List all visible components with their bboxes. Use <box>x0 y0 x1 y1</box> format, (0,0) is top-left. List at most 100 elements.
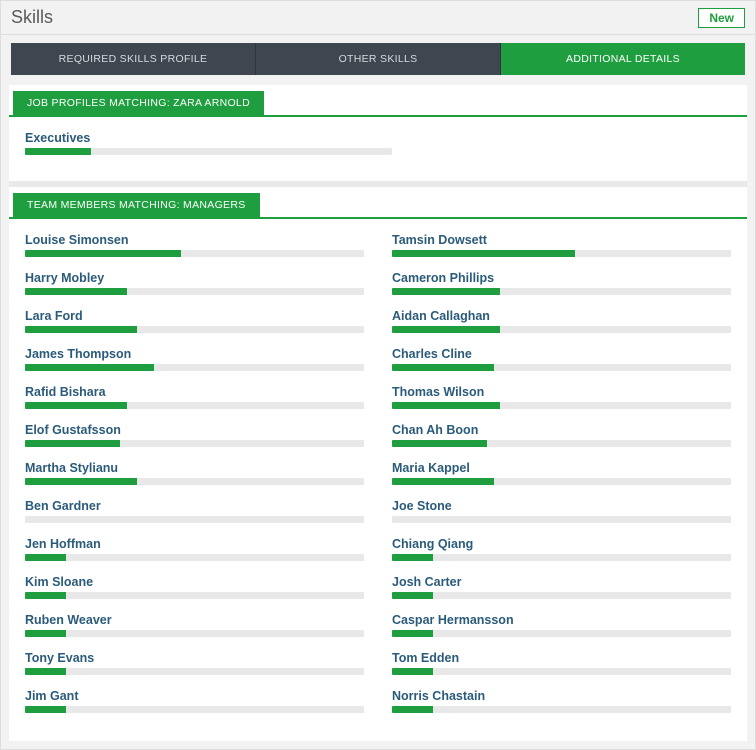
section-title-team-members: TEAM MEMBERS MATCHING: MANAGERS <box>13 193 260 217</box>
person-link[interactable]: Maria Kappel <box>392 461 470 475</box>
person-link[interactable]: Lara Ford <box>25 309 83 323</box>
person-link[interactable]: Jen Hoffman <box>25 537 101 551</box>
person-link[interactable]: Chiang Qiang <box>392 537 473 551</box>
list-item: Jen Hoffman <box>25 535 364 561</box>
progress-bar <box>392 554 731 561</box>
list-item: Tony Evans <box>25 649 364 675</box>
list-item: Tom Edden <box>392 649 731 675</box>
person-link[interactable]: Josh Carter <box>392 575 461 589</box>
progress-bar <box>25 630 364 637</box>
list-item: Joe Stone <box>392 497 731 523</box>
progress-fill <box>392 706 433 713</box>
progress-bar <box>392 706 731 713</box>
person-link[interactable]: Chan Ah Boon <box>392 423 478 437</box>
progress-bar <box>392 440 731 447</box>
person-link[interactable]: Charles Cline <box>392 347 472 361</box>
person-link[interactable]: Cameron Phillips <box>392 271 494 285</box>
team-members-body: Louise Simonsen Harry Mobley Lara Ford Jame… <box>9 229 747 733</box>
progress-bar <box>392 326 731 333</box>
progress-fill <box>25 630 66 637</box>
progress-fill <box>392 440 487 447</box>
team-column-left: Louise Simonsen Harry Mobley Lara Ford Jame… <box>25 231 364 725</box>
progress-bar <box>25 478 364 485</box>
person-link[interactable]: Ben Gardner <box>25 499 101 513</box>
progress-bar <box>25 516 364 523</box>
progress-bar <box>25 250 364 257</box>
progress-fill <box>25 402 127 409</box>
tab-bar: REQUIRED SKILLS PROFILE OTHER SKILLS ADD… <box>11 43 745 75</box>
list-item: Charles Cline <box>392 345 731 371</box>
progress-bar <box>25 364 364 371</box>
progress-bar <box>25 402 364 409</box>
progress-fill <box>25 326 137 333</box>
progress-bar <box>25 288 364 295</box>
list-item: Josh Carter <box>392 573 731 599</box>
list-item: Chiang Qiang <box>392 535 731 561</box>
progress-fill <box>25 668 66 675</box>
person-link[interactable]: Tom Edden <box>392 651 459 665</box>
list-item: Caspar Hermansson <box>392 611 731 637</box>
person-link[interactable]: Kim Sloane <box>25 575 93 589</box>
progress-fill <box>25 440 120 447</box>
tab-additional-details[interactable]: ADDITIONAL DETAILS <box>501 43 745 75</box>
progress-bar <box>25 440 364 447</box>
progress-fill <box>392 364 494 371</box>
person-link[interactable]: Elof Gustafsson <box>25 423 121 437</box>
new-button[interactable]: New <box>698 8 745 28</box>
person-link[interactable]: James Thompson <box>25 347 131 361</box>
progress-bar <box>392 364 731 371</box>
list-item: Cameron Phillips <box>392 269 731 295</box>
tab-required-skills[interactable]: REQUIRED SKILLS PROFILE <box>11 43 256 75</box>
progress-fill <box>392 288 500 295</box>
progress-fill <box>25 592 66 599</box>
person-link[interactable]: Thomas Wilson <box>392 385 484 399</box>
progress-fill <box>25 478 137 485</box>
list-item: Norris Chastain <box>392 687 731 713</box>
person-link[interactable]: Tony Evans <box>25 651 94 665</box>
list-item: Martha Stylianu <box>25 459 364 485</box>
person-link[interactable]: Norris Chastain <box>392 689 485 703</box>
progress-bar <box>392 250 731 257</box>
person-link[interactable]: Jim Gant <box>25 689 79 703</box>
list-item: Chan Ah Boon <box>392 421 731 447</box>
person-link[interactable]: Harry Mobley <box>25 271 104 285</box>
list-item: Tamsin Dowsett <box>392 231 731 257</box>
progress-fill <box>392 630 433 637</box>
progress-fill <box>25 250 181 257</box>
person-link[interactable]: Rafid Bishara <box>25 385 106 399</box>
person-link[interactable]: Executives <box>25 131 90 145</box>
progress-fill <box>392 250 575 257</box>
list-item: Lara Ford <box>25 307 364 333</box>
section-header-team-members: TEAM MEMBERS MATCHING: MANAGERS <box>9 193 747 219</box>
progress-bar <box>392 668 731 675</box>
progress-fill <box>392 592 433 599</box>
tab-other-skills[interactable]: OTHER SKILLS <box>256 43 501 75</box>
progress-bar <box>25 668 364 675</box>
progress-bar <box>25 592 364 599</box>
progress-fill <box>392 554 433 561</box>
person-link[interactable]: Ruben Weaver <box>25 613 112 627</box>
person-link[interactable]: Louise Simonsen <box>25 233 129 247</box>
list-item: James Thompson <box>25 345 364 371</box>
list-item: Harry Mobley <box>25 269 364 295</box>
list-item: Ben Gardner <box>25 497 364 523</box>
list-item: Executives <box>25 129 731 155</box>
progress-bar <box>392 516 731 523</box>
person-link[interactable]: Martha Stylianu <box>25 461 118 475</box>
list-item: Elof Gustafsson <box>25 421 364 447</box>
person-link[interactable]: Caspar Hermansson <box>392 613 514 627</box>
progress-fill <box>25 148 91 155</box>
list-item: Maria Kappel <box>392 459 731 485</box>
list-item: Aidan Callaghan <box>392 307 731 333</box>
progress-fill <box>25 706 66 713</box>
person-link[interactable]: Tamsin Dowsett <box>392 233 487 247</box>
person-link[interactable]: Aidan Callaghan <box>392 309 490 323</box>
list-item: Rafid Bishara <box>25 383 364 409</box>
person-link[interactable]: Joe Stone <box>392 499 452 513</box>
progress-fill <box>392 326 500 333</box>
progress-fill <box>392 668 433 675</box>
progress-bar <box>392 630 731 637</box>
progress-fill <box>25 288 127 295</box>
progress-bar <box>25 326 364 333</box>
progress-bar <box>392 402 731 409</box>
